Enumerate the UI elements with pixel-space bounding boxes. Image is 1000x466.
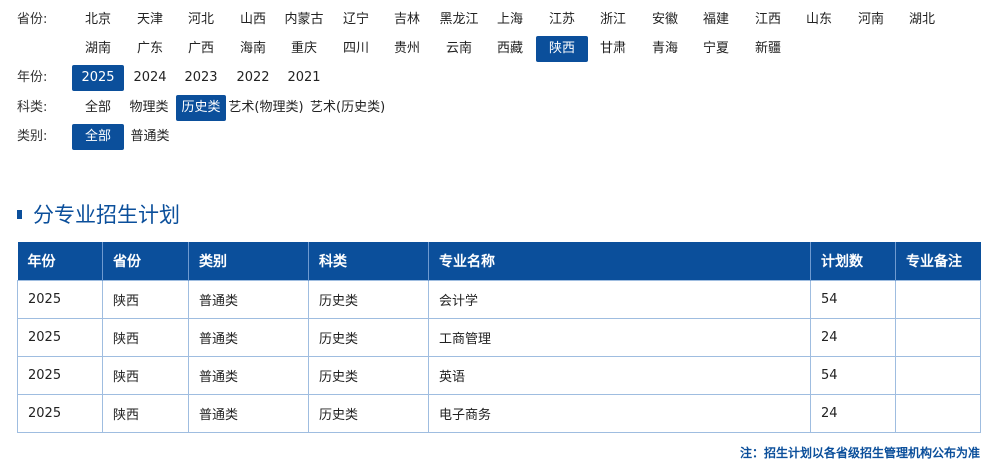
province-option[interactable]: 贵州: [381, 36, 433, 62]
province-option[interactable]: 河南: [845, 7, 897, 33]
province-option[interactable]: 青海: [639, 36, 691, 62]
category-option[interactable]: 普通类: [124, 124, 176, 150]
province-option[interactable]: 江西: [742, 7, 794, 33]
province-option[interactable]: 福建: [690, 7, 742, 33]
province-option[interactable]: 湖南: [72, 36, 124, 62]
subject-option[interactable]: 物理类: [124, 95, 174, 121]
cell-year: 2025: [17, 356, 103, 395]
cell-major-name: 电子商务: [428, 394, 811, 433]
subject-filter-label: 科类:: [17, 100, 48, 115]
table-row: 2025 陕西 普通类 历史类 会计学 54: [17, 280, 981, 319]
province-option[interactable]: 宁夏: [690, 36, 742, 62]
province-option[interactable]: 北京: [72, 7, 124, 33]
subject-option[interactable]: 艺术(历史类): [310, 95, 385, 121]
province-option[interactable]: 黑龙江: [433, 7, 485, 33]
year-option[interactable]: 2022: [227, 65, 279, 91]
province-option[interactable]: 浙江: [587, 7, 639, 33]
header-subject: 科类: [308, 242, 429, 281]
table-row: 2025 陕西 普通类 历史类 工商管理 24: [17, 318, 981, 357]
province-option[interactable]: 山西: [227, 7, 279, 33]
year-option[interactable]: 2024: [124, 65, 176, 91]
cell-major-note: [895, 318, 981, 357]
cell-category: 普通类: [188, 318, 309, 357]
category-option-selected[interactable]: 全部: [72, 124, 124, 150]
province-option[interactable]: 辽宁: [330, 7, 382, 33]
year-option[interactable]: 2021: [278, 65, 330, 91]
footnote: 注：招生计划以各省级招生管理机构公布为准: [739, 446, 980, 460]
table-header-row: 年份 省份 类别 科类 专业名称 计划数 专业备注: [17, 242, 981, 281]
province-option[interactable]: 重庆: [278, 36, 330, 62]
cell-plan-count: 54: [810, 280, 896, 319]
table-row: 2025 陕西 普通类 历史类 英语 54: [17, 356, 981, 395]
cell-major-note: [895, 394, 981, 433]
cell-category: 普通类: [188, 356, 309, 395]
province-option[interactable]: 安徽: [639, 7, 691, 33]
cell-year: 2025: [17, 394, 103, 433]
cell-subject: 历史类: [308, 280, 429, 319]
header-province: 省份: [102, 242, 189, 281]
cell-major-name: 会计学: [428, 280, 811, 319]
province-option[interactable]: 山东: [793, 7, 845, 33]
plan-table-body: 2025 陕西 普通类 历史类 会计学 54 2025 陕西 普通类 历史类 工商管理 24 2025 陕…: [17, 280, 981, 433]
cell-year: 2025: [17, 318, 103, 357]
province-option[interactable]: 海南: [227, 36, 279, 62]
province-option[interactable]: 甘肃: [587, 36, 639, 62]
province-option[interactable]: 广西: [175, 36, 227, 62]
province-option[interactable]: 新疆: [742, 36, 794, 62]
province-option[interactable]: 四川: [330, 36, 382, 62]
cell-province: 陕西: [102, 280, 189, 319]
cell-plan-count: 54: [810, 356, 896, 395]
cell-province: 陕西: [102, 356, 189, 395]
cell-subject: 历史类: [308, 318, 429, 357]
province-option[interactable]: 天津: [124, 7, 176, 33]
year-filter-label: 年份:: [17, 70, 48, 85]
header-category: 类别: [188, 242, 309, 281]
cell-year: 2025: [17, 280, 103, 319]
category-filter-label: 类别:: [17, 129, 48, 144]
province-option[interactable]: 云南: [433, 36, 485, 62]
cell-major-note: [895, 356, 981, 395]
plan-table: 年份 省份 类别 科类 专业名称 计划数 专业备注 2025 陕西 普通类 历史类 会计…: [17, 242, 981, 433]
subject-option-selected[interactable]: 历史类: [176, 95, 226, 121]
header-year: 年份: [17, 242, 103, 281]
cell-category: 普通类: [188, 280, 309, 319]
cell-major-name: 英语: [428, 356, 811, 395]
cell-subject: 历史类: [308, 356, 429, 395]
cell-plan-count: 24: [810, 318, 896, 357]
cell-plan-count: 24: [810, 394, 896, 433]
cell-major-name: 工商管理: [428, 318, 811, 357]
province-option-selected[interactable]: 陕西: [536, 36, 588, 62]
province-option[interactable]: 上海: [484, 7, 536, 33]
province-filter-label: 省份:: [17, 12, 48, 27]
province-option[interactable]: 内蒙古: [278, 7, 330, 33]
province-option[interactable]: 西藏: [484, 36, 536, 62]
province-option[interactable]: 江苏: [536, 7, 588, 33]
cell-province: 陕西: [102, 318, 189, 357]
province-option[interactable]: 吉林: [381, 7, 433, 33]
subject-option[interactable]: 全部: [72, 95, 124, 121]
subject-option[interactable]: 艺术(物理类): [228, 95, 304, 121]
section-title: 分专业招生计划: [17, 201, 180, 229]
province-option[interactable]: 湖北: [896, 7, 948, 33]
header-major-note: 专业备注: [895, 242, 981, 281]
table-row: 2025 陕西 普通类 历史类 电子商务 24: [17, 394, 981, 433]
cell-province: 陕西: [102, 394, 189, 433]
province-option[interactable]: 河北: [175, 7, 227, 33]
province-option[interactable]: 广东: [124, 36, 176, 62]
section-title-text: 分专业招生计划: [33, 203, 180, 227]
header-major-name: 专业名称: [428, 242, 811, 281]
header-plan-count: 计划数: [810, 242, 896, 281]
cell-category: 普通类: [188, 394, 309, 433]
year-option[interactable]: 2023: [175, 65, 227, 91]
cell-major-note: [895, 280, 981, 319]
cell-subject: 历史类: [308, 394, 429, 433]
year-option-selected[interactable]: 2025: [72, 65, 124, 91]
section-bullet-icon: [17, 209, 22, 219]
